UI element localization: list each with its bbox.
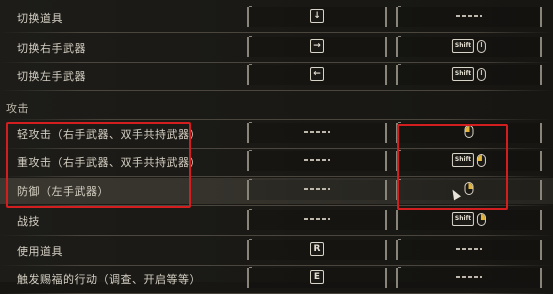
unbound-dash bbox=[304, 159, 330, 161]
secondary-binding-slot[interactable]: Shift bbox=[396, 64, 542, 85]
keybind-label: 切换左手武器 bbox=[17, 70, 86, 83]
unbound-dash bbox=[456, 15, 482, 17]
shift-key-icon: Shift bbox=[451, 67, 475, 81]
keybind-row[interactable]: 触发赐福的行动（调查、开启等等） E bbox=[0, 266, 553, 294]
keybind-row[interactable]: 使用道具 R bbox=[0, 238, 553, 266]
keybind-row[interactable]: 战技 Shift bbox=[0, 208, 553, 236]
binding-combo bbox=[464, 182, 474, 195]
primary-binding-slot[interactable] bbox=[247, 179, 387, 200]
mouse-right-icon bbox=[464, 182, 474, 195]
mouse-left-icon bbox=[464, 125, 474, 138]
keybind-label: 轻攻击（右手武器、双手共持武器） bbox=[17, 128, 201, 141]
mouse-left-icon bbox=[477, 153, 487, 167]
keybind-row[interactable]: 切换道具 ↓ bbox=[0, 5, 553, 33]
keybind-label: 触发赐福的行动（调查、开启等等） bbox=[17, 273, 201, 286]
mouse-right-icon bbox=[477, 212, 487, 226]
secondary-binding-slot[interactable] bbox=[396, 6, 542, 27]
keybind-label: 战技 bbox=[17, 215, 40, 228]
binding-combo: Shift bbox=[451, 67, 487, 81]
primary-binding-slot[interactable]: R bbox=[247, 239, 387, 260]
binding-combo: Shift bbox=[451, 39, 487, 53]
secondary-binding-slot[interactable] bbox=[396, 239, 542, 260]
keybind-label: 切换道具 bbox=[17, 12, 63, 25]
row-divider bbox=[0, 205, 553, 206]
unbound-dash bbox=[304, 131, 330, 133]
shift-key-icon: Shift bbox=[451, 39, 475, 53]
primary-binding-slot[interactable] bbox=[247, 209, 387, 230]
key-icon: ← bbox=[310, 67, 324, 81]
shift-key-icon: Shift bbox=[451, 212, 475, 226]
key-icon: R bbox=[310, 242, 324, 256]
primary-binding-slot[interactable]: ← bbox=[247, 64, 387, 85]
section-title-attack: 攻击 bbox=[6, 102, 29, 115]
binding-combo: Shift bbox=[451, 212, 487, 226]
secondary-binding-slot[interactable]: Shift bbox=[396, 150, 542, 171]
secondary-binding-slot[interactable] bbox=[396, 179, 542, 200]
secondary-binding-slot[interactable] bbox=[396, 267, 542, 288]
section-divider bbox=[0, 119, 553, 120]
secondary-binding-slot[interactable]: Shift bbox=[396, 36, 542, 57]
primary-binding-slot[interactable] bbox=[247, 150, 387, 171]
primary-binding-slot[interactable]: E bbox=[247, 267, 387, 288]
binding-combo bbox=[464, 125, 474, 138]
keybind-label: 使用道具 bbox=[17, 245, 63, 258]
primary-binding-slot[interactable]: ↓ bbox=[247, 6, 387, 27]
keybind-row[interactable]: 轻攻击（右手武器、双手共持武器） bbox=[0, 121, 553, 149]
row-divider bbox=[0, 90, 553, 91]
row-divider bbox=[0, 176, 553, 177]
row-divider bbox=[0, 235, 553, 236]
mouse-plain-icon bbox=[477, 39, 487, 53]
keybind-label: 防御（左手武器） bbox=[17, 185, 109, 198]
keybind-row[interactable]: 防御（左手武器） bbox=[0, 178, 553, 206]
keybind-row[interactable]: 重攻击（右手武器、双手共持武器） Shift bbox=[0, 149, 553, 177]
mouse-plain-icon bbox=[477, 67, 487, 81]
unbound-dash bbox=[304, 218, 330, 220]
primary-binding-slot[interactable]: → bbox=[247, 36, 387, 57]
unbound-dash bbox=[456, 248, 482, 250]
keybind-label: 重攻击（右手武器、双手共持武器） bbox=[17, 156, 201, 169]
key-icon: ↓ bbox=[310, 9, 324, 23]
primary-binding-slot[interactable] bbox=[247, 122, 387, 143]
secondary-binding-slot[interactable]: Shift bbox=[396, 209, 542, 230]
key-icon: → bbox=[310, 39, 324, 53]
binding-combo: Shift bbox=[451, 153, 487, 167]
keybind-row[interactable]: 切换左手武器 ← Shift bbox=[0, 63, 553, 91]
unbound-dash bbox=[456, 276, 482, 278]
keybind-label: 切换右手武器 bbox=[17, 42, 86, 55]
row-divider bbox=[0, 32, 553, 33]
keybind-row[interactable]: 切换右手武器 → Shift bbox=[0, 35, 553, 63]
shift-key-icon: Shift bbox=[451, 153, 475, 167]
unbound-dash bbox=[304, 188, 330, 190]
secondary-binding-slot[interactable] bbox=[396, 122, 542, 143]
